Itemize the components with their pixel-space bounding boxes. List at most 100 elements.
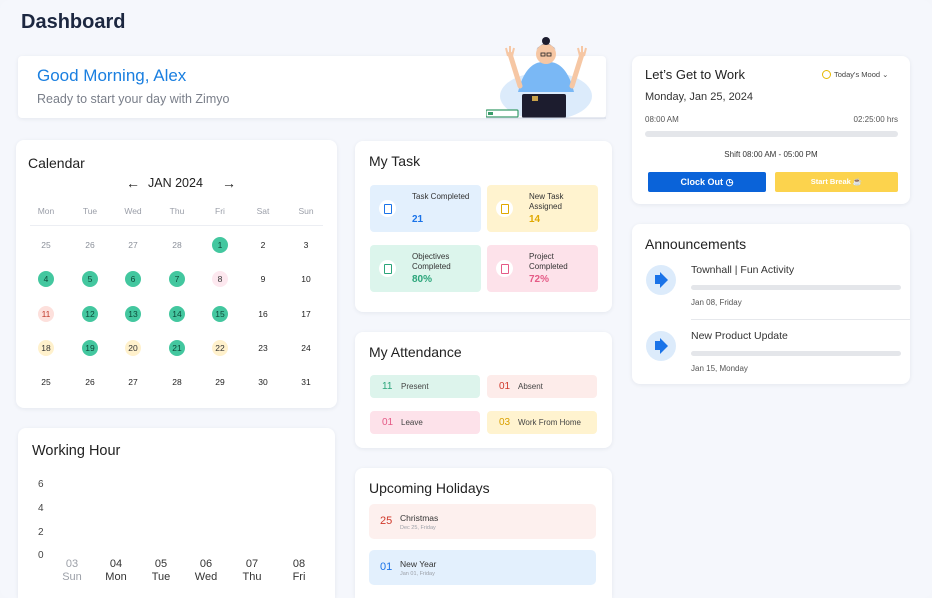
my-attendance-card: My Attendance 11 Present 01 Absent 01 Leave 03… bbox=[355, 332, 612, 448]
attendance-count: 01 bbox=[382, 417, 394, 428]
calendar-day[interactable]: 30 bbox=[255, 374, 271, 390]
calendar-day[interactable]: 28 bbox=[169, 237, 185, 253]
task-tile-label: Task Completed bbox=[412, 192, 470, 201]
holiday-row[interactable]: 25 Christmas Dec 25, Friday bbox=[369, 504, 596, 539]
attendance-pill[interactable]: 11 Present bbox=[370, 375, 480, 398]
weekday-label: Sat bbox=[256, 206, 270, 216]
calendar-day[interactable]: 1 bbox=[212, 237, 228, 253]
calendar-day[interactable]: 27 bbox=[125, 237, 141, 253]
y-axis-tick-label: 2 bbox=[38, 527, 44, 538]
weekday-label: Wed bbox=[124, 206, 142, 216]
clipboard-icon bbox=[496, 260, 513, 277]
weekday-name: Mon bbox=[105, 571, 127, 583]
calendar-day[interactable]: 15 bbox=[212, 306, 228, 322]
announcement-title[interactable]: New Product Update bbox=[691, 330, 788, 342]
calendar-day[interactable]: 4 bbox=[38, 271, 54, 287]
mood-label: Today's Mood bbox=[834, 70, 881, 79]
calendar-day[interactable]: 12 bbox=[82, 306, 98, 322]
x-axis-day-label: 07 Thu bbox=[232, 558, 272, 584]
work-panel: Let’s Get to Work Today's Mood ⌄ Monday,… bbox=[632, 56, 910, 204]
calendar-day[interactable]: 6 bbox=[125, 271, 141, 287]
weekday-name: Sun bbox=[62, 571, 82, 583]
calendar-day[interactable]: 25 bbox=[38, 237, 54, 253]
calendar-month-nav: ← JAN 2024 → bbox=[126, 175, 236, 192]
arrow-left-icon[interactable]: ← bbox=[126, 175, 140, 191]
calendar-title: Calendar bbox=[28, 155, 85, 171]
chevron-down-icon: ⌄ bbox=[882, 70, 889, 79]
megaphone-icon bbox=[646, 331, 676, 361]
task-tile[interactable]: New Task Assigned 14 bbox=[487, 185, 598, 232]
announcement-bar bbox=[691, 351, 901, 356]
calendar-day[interactable]: 17 bbox=[298, 306, 314, 322]
calendar-day[interactable]: 29 bbox=[212, 374, 228, 390]
holiday-name: New Year bbox=[400, 559, 437, 569]
task-tile[interactable]: Task Completed 21 bbox=[370, 185, 481, 232]
calendar-day[interactable]: 11 bbox=[38, 306, 54, 322]
calendar-day[interactable]: 31 bbox=[298, 374, 314, 390]
megaphone-icon bbox=[646, 265, 676, 295]
calendar-day[interactable]: 24 bbox=[298, 340, 314, 356]
start-time: 08:00 AM bbox=[645, 115, 679, 124]
y-axis-tick-label: 6 bbox=[38, 479, 44, 490]
attendance-label: Work From Home bbox=[518, 418, 581, 427]
elapsed-time: 02:25:00 hrs bbox=[853, 115, 898, 124]
upcoming-holidays-title: Upcoming Holidays bbox=[369, 480, 490, 496]
calendar-day[interactable]: 3 bbox=[298, 237, 314, 253]
weekday-label: Thu bbox=[169, 206, 185, 216]
holiday-date: Jan 01, Friday bbox=[400, 571, 435, 577]
calendar-day[interactable]: 26 bbox=[82, 374, 98, 390]
x-axis-day-label: 03 Sun bbox=[52, 558, 92, 584]
x-axis-day-label: 05 Tue bbox=[141, 558, 181, 584]
announcement-date: Jan 15, Monday bbox=[691, 364, 748, 373]
calendar-day[interactable]: 5 bbox=[82, 271, 98, 287]
my-task-card: My Task Task Completed 21 New Task Assigne… bbox=[355, 141, 612, 312]
shift-hours: Shift 08:00 AM - 05:00 PM bbox=[724, 150, 818, 159]
announcement-date: Jan 08, Friday bbox=[691, 298, 742, 307]
task-tile[interactable]: Project Completed 72% bbox=[487, 245, 598, 292]
calendar-day[interactable]: 26 bbox=[82, 237, 98, 253]
mood-dropdown[interactable]: Today's Mood ⌄ bbox=[822, 70, 888, 79]
my-task-title: My Task bbox=[369, 153, 421, 169]
calendar-day[interactable]: 16 bbox=[255, 306, 271, 322]
announcements-title: Announcements bbox=[645, 236, 747, 252]
calendar-day[interactable]: 9 bbox=[255, 271, 271, 287]
calendar-card: Calendar ← JAN 2024 → Mon Tue Wed Thu Fri Sat… bbox=[16, 140, 337, 408]
weekday-label: Fri bbox=[215, 206, 225, 216]
weekday-label: Tue bbox=[82, 206, 98, 216]
arrow-right-icon[interactable]: → bbox=[222, 175, 236, 191]
holiday-row[interactable]: 01 New Year Jan 01, Friday bbox=[369, 550, 596, 585]
day-number: 03 bbox=[65, 558, 79, 570]
calendar-day[interactable]: 20 bbox=[125, 340, 141, 356]
task-tile-label: Objectives Completed bbox=[412, 252, 451, 271]
clipboard-icon bbox=[496, 200, 513, 217]
calendar-day[interactable]: 7 bbox=[169, 271, 185, 287]
calendar-day[interactable]: 8 bbox=[212, 271, 228, 287]
task-tile-value: 72% bbox=[529, 274, 550, 285]
calendar-day[interactable]: 27 bbox=[125, 374, 141, 390]
calendar-day[interactable]: 21 bbox=[169, 340, 185, 356]
calendar-day[interactable]: 23 bbox=[255, 340, 271, 356]
calendar-day[interactable]: 10 bbox=[298, 271, 314, 287]
calendar-month-label: JAN 2024 bbox=[148, 176, 203, 190]
calendar-day[interactable]: 19 bbox=[82, 340, 98, 356]
start-break-label: Start Break bbox=[810, 177, 851, 186]
calendar-day[interactable]: 2 bbox=[255, 237, 271, 253]
calendar-day[interactable]: 28 bbox=[169, 374, 185, 390]
attendance-pill[interactable]: 01 Absent bbox=[487, 375, 597, 398]
calendar-day[interactable]: 18 bbox=[38, 340, 54, 356]
task-tile[interactable]: Objectives Completed 80% bbox=[370, 245, 481, 292]
announcement-title[interactable]: Townhall | Fun Activity bbox=[691, 264, 794, 276]
attendance-pill[interactable]: 03 Work From Home bbox=[487, 411, 597, 434]
calendar-day[interactable]: 25 bbox=[38, 374, 54, 390]
day-number: 07 bbox=[245, 558, 259, 570]
start-break-button[interactable]: Start Break ☕ bbox=[775, 172, 898, 192]
task-tile-value: 21 bbox=[412, 214, 424, 225]
page-title: Dashboard bbox=[21, 11, 126, 33]
greeting-subtitle: Ready to start your day with Zimyo bbox=[37, 92, 230, 106]
calendar-day[interactable]: 22 bbox=[212, 340, 228, 356]
calendar-day[interactable]: 14 bbox=[169, 306, 185, 322]
calendar-day[interactable]: 13 bbox=[125, 306, 141, 322]
attendance-pill[interactable]: 01 Leave bbox=[370, 411, 480, 434]
clock-out-button[interactable]: Clock Out ◷ bbox=[648, 172, 766, 192]
weekday-name: Thu bbox=[242, 571, 262, 583]
